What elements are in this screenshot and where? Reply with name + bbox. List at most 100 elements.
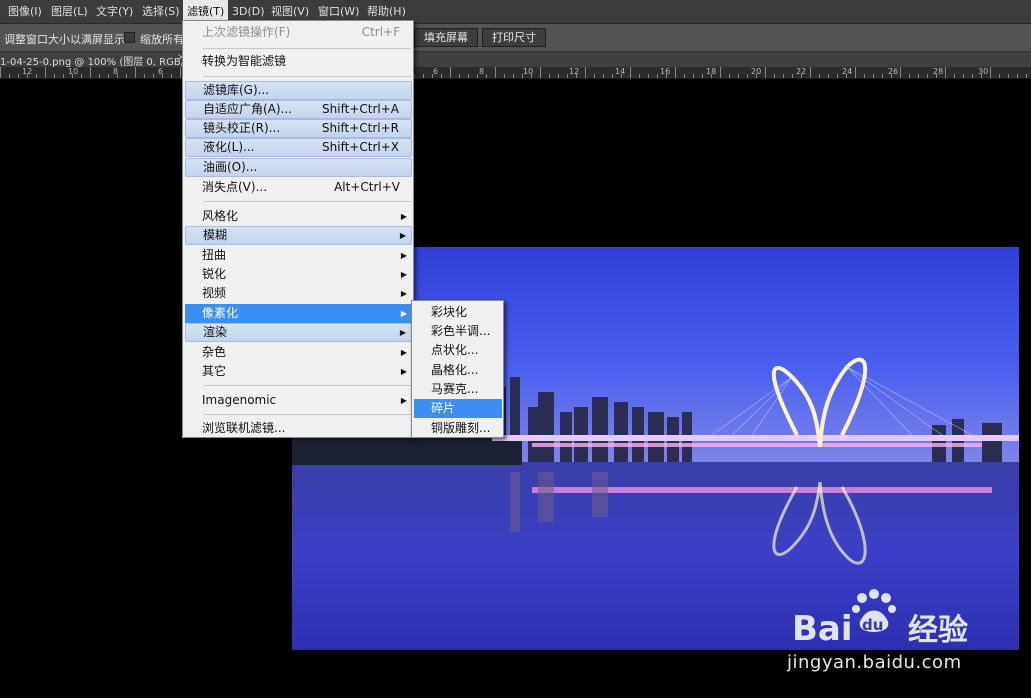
menu-item-video[interactable]: 视频 ▶: [185, 284, 412, 303]
menu-item-pixelate[interactable]: 像素化 ▶: [185, 304, 412, 323]
menu-item-lens-correction[interactable]: 镜头校正(R)... Shift+Ctrl+R: [185, 119, 412, 138]
ruler-tick: [945, 67, 946, 78]
document-tab[interactable]: 1-04-25-0.png @ 100% (图层 0, RGB/8): [0, 53, 194, 68]
submenu-arrow-icon: ▶: [399, 231, 406, 240]
ruler-label: 6: [433, 67, 439, 76]
ruler-tick: [972, 74, 973, 78]
fill-screen-button[interactable]: 填充屏幕: [414, 28, 478, 47]
ruler-tick: [846, 74, 847, 78]
submenu-item-fragment[interactable]: 碎片: [414, 399, 502, 418]
submenu-item-color-halftone[interactable]: 彩色半调...: [414, 322, 502, 341]
ruler-tick: [99, 74, 100, 78]
ruler-tick: [963, 74, 964, 78]
submenu-item-crystallize[interactable]: 晶格化...: [414, 361, 502, 380]
ruler-label: 12: [569, 67, 580, 76]
ruler-tick: [792, 74, 793, 78]
ruler-tick: [855, 67, 856, 78]
menu-item-label: 锐化: [202, 267, 227, 281]
ruler-label: 30: [978, 67, 989, 76]
ruler-tick: [549, 74, 550, 78]
menu-item-sharpen[interactable]: 锐化 ▶: [185, 265, 412, 284]
ruler-tick: [873, 74, 874, 78]
submenu-arrow-icon: ▶: [400, 367, 407, 376]
submenu-arrow-icon: ▶: [400, 289, 407, 298]
menu-item-label: 镜头校正(R)...: [203, 121, 281, 135]
ruler-tick: [153, 74, 154, 78]
menu-item-label: 视频: [202, 286, 227, 300]
horizontal-ruler: 12 10 8 6 6 8 10 12 14 16 18 20 22 24 26…: [0, 67, 1031, 79]
submenu-arrow-icon: ▶: [400, 348, 407, 357]
ruler-label: 8: [479, 67, 485, 76]
ruler-tick: [45, 67, 46, 78]
menu-item-adaptive-wide-angle[interactable]: 自适应广角(A)... Shift+Ctrl+A: [185, 100, 412, 119]
menu-item-convert-smart-filters[interactable]: 转换为智能滤镜: [185, 52, 412, 71]
ruler-tick: [162, 74, 163, 78]
menu-item-label: 滤镜库(G)...: [203, 83, 270, 97]
menu-item-label: 杂色: [202, 345, 227, 359]
ruler-tick: [108, 74, 109, 78]
ruler-tick: [450, 67, 451, 78]
menu-layer[interactable]: 图层(L): [47, 0, 92, 24]
ruler-tick: [693, 74, 694, 78]
menu-item-render[interactable]: 渲染 ▶: [185, 323, 412, 342]
ruler-tick: [738, 74, 739, 78]
menu-item-filter-gallery[interactable]: 滤镜库(G)...: [185, 81, 412, 100]
menu-select[interactable]: 选择(S): [138, 0, 184, 24]
menu-item-label: Imagenomic: [202, 393, 277, 407]
submenu-item-facet[interactable]: 彩块化: [414, 303, 502, 322]
ruler-tick: [522, 74, 523, 78]
menu-image[interactable]: 图像(I): [4, 0, 46, 24]
ruler-tick: [801, 74, 802, 78]
menu-item-oil-paint[interactable]: 油画(O)...: [185, 158, 412, 177]
ruler-tick: [585, 67, 586, 78]
menu-separator: [203, 385, 411, 386]
ruler-tick: [891, 74, 892, 78]
menu-item-imagenomic[interactable]: Imagenomic ▶: [185, 391, 412, 410]
submenu-item-pointillize[interactable]: 点状化...: [414, 341, 502, 360]
ruler-tick: [900, 67, 901, 78]
ruler-tick: [9, 74, 10, 78]
menu-item-stylize[interactable]: 风格化 ▶: [185, 207, 412, 226]
menu-item-liquify[interactable]: 液化(L)... Shift+Ctrl+X: [185, 138, 412, 157]
menu-item-label: 消失点(V)...: [202, 180, 268, 194]
menu-item-label: 像素化: [202, 306, 239, 320]
menu-item-other[interactable]: 其它 ▶: [185, 362, 412, 381]
ruler-tick: [981, 74, 982, 78]
ruler-tick: [747, 74, 748, 78]
resize-windows-option[interactable]: 调整窗口大小以满屏显示: [4, 31, 125, 47]
ruler-tick: [918, 74, 919, 78]
submenu-item-mezzotint[interactable]: 铜版雕刻...: [414, 419, 502, 438]
menu-item-browse-online-filters[interactable]: 浏览联机滤镜...: [185, 419, 412, 438]
ruler-tick: [954, 74, 955, 78]
ruler-tick: [828, 74, 829, 78]
ruler-tick: [486, 74, 487, 78]
menu-item-shortcut: Alt+Ctrl+V: [334, 180, 400, 194]
menu-item-label: 油画(O)...: [203, 160, 258, 174]
submenu-item-mosaic[interactable]: 马赛克...: [414, 380, 502, 399]
menu-item-last-filter[interactable]: 上次滤镜操作(F) Ctrl+F: [185, 23, 412, 42]
menu-type[interactable]: 文字(Y): [92, 0, 137, 24]
menu-item-noise[interactable]: 杂色 ▶: [185, 343, 412, 362]
menu-item-distort[interactable]: 扭曲 ▶: [185, 246, 412, 265]
ruler-tick: [783, 74, 784, 78]
menu-item-label: 扭曲: [202, 248, 227, 262]
ruler-tick: [621, 74, 622, 78]
pixelate-submenu: 彩块化 彩色半调... 点状化... 晶格化... 马赛克... 碎片 铜版雕刻…: [411, 300, 504, 438]
svg-text:经验: 经验: [908, 613, 968, 648]
menu-item-blur[interactable]: 模糊 ▶: [185, 226, 412, 245]
menu-item-shortcut: Shift+Ctrl+A: [322, 102, 399, 116]
ruler-tick: [729, 74, 730, 78]
ruler-tick: [1026, 74, 1027, 78]
ruler-tick: [603, 74, 604, 78]
menu-item-vanishing-point[interactable]: 消失点(V)... Alt+Ctrl+V: [185, 178, 412, 197]
submenu-arrow-icon: ▶: [400, 270, 407, 279]
ruler-tick: [648, 74, 649, 78]
ruler-tick: [810, 67, 811, 78]
submenu-arrow-icon: ▶: [400, 212, 407, 221]
ruler-tick: [72, 74, 73, 78]
zoom-all-checkbox[interactable]: [124, 32, 135, 43]
ruler-tick: [882, 74, 883, 78]
ruler-tick: [81, 74, 82, 78]
print-size-button[interactable]: 打印尺寸: [482, 28, 546, 47]
menu-item-label: 渲染: [203, 325, 228, 339]
